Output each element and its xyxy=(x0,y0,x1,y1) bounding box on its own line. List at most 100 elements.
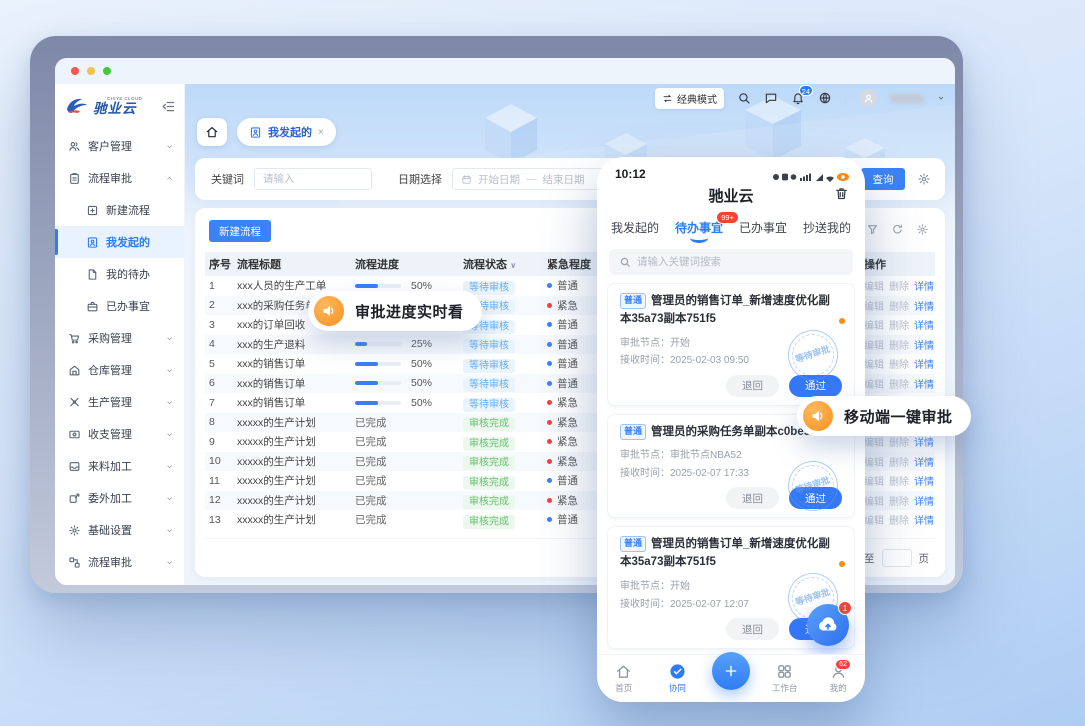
row-op-detail[interactable]: 详情 xyxy=(914,454,934,469)
sync-cloud-fab[interactable]: 1 xyxy=(807,604,849,646)
row-op-edit[interactable]: 编辑 xyxy=(864,473,884,488)
sidebar-item[interactable]: 来料加工 xyxy=(55,450,184,482)
row-op-edit[interactable]: 编辑 xyxy=(864,512,884,527)
sidebar-item[interactable]: 采购管理 xyxy=(55,322,184,354)
nav-home[interactable]: 首页 xyxy=(597,655,651,702)
tab-close-icon[interactable]: × xyxy=(318,127,324,138)
row-op-detail[interactable]: 详情 xyxy=(914,337,934,352)
row-op-edit[interactable]: 编辑 xyxy=(864,493,884,508)
row-op-detail[interactable]: 详情 xyxy=(914,356,934,371)
chevron-down-icon xyxy=(165,494,174,503)
nav-add[interactable] xyxy=(704,655,758,702)
sidebar-subitem[interactable]: 我的待办 xyxy=(55,258,184,290)
row-op-detail[interactable]: 详情 xyxy=(914,512,934,527)
maximize-window-dot[interactable] xyxy=(103,67,111,75)
row-op-delete[interactable]: 删除 xyxy=(889,434,909,449)
nav-user[interactable]: 我的 62 xyxy=(811,655,865,702)
reject-button[interactable]: 退回 xyxy=(726,487,779,509)
sidebar-item[interactable]: 委外加工 xyxy=(55,482,184,514)
phone-tab[interactable]: 待办事宜99+ xyxy=(675,219,723,236)
search-icon[interactable] xyxy=(737,91,751,105)
row-op-detail[interactable]: 详情 xyxy=(914,317,934,332)
trash-icon[interactable] xyxy=(834,186,849,201)
logo: CHIYE CLOUD 驰业云 xyxy=(55,84,184,128)
new-process-button[interactable]: 新建流程 xyxy=(209,220,271,242)
sidebar-subitem[interactable]: 我发起的 xyxy=(55,226,184,258)
sidebar-item[interactable]: 仓库管理 xyxy=(55,354,184,386)
row-op-delete[interactable]: 删除 xyxy=(889,493,909,508)
row-op-detail[interactable]: 详情 xyxy=(914,493,934,508)
row-op-edit[interactable]: 编辑 xyxy=(864,356,884,371)
avatar[interactable] xyxy=(859,89,877,107)
row-op-edit[interactable]: 编辑 xyxy=(864,337,884,352)
filter-settings-gear-icon[interactable] xyxy=(917,172,931,186)
chevron-down-icon[interactable] xyxy=(937,94,945,102)
row-op-delete[interactable]: 删除 xyxy=(889,337,909,352)
priority-tag: 普通 xyxy=(620,293,646,309)
row-op-delete[interactable]: 删除 xyxy=(889,278,909,293)
row-op-delete[interactable]: 删除 xyxy=(889,512,909,527)
phone-tab[interactable]: 已办事宜 xyxy=(739,219,787,236)
nav-grid4[interactable]: 工作台 xyxy=(758,655,812,702)
row-op-delete[interactable]: 删除 xyxy=(889,376,909,391)
col-status[interactable]: 流程状态∨ xyxy=(463,256,547,272)
approval-card[interactable]: 普通管理员的销售订单_新增速度优化副本35a73副本751f5 等待审批 审批节… xyxy=(607,283,855,406)
row-op-detail[interactable]: 详情 xyxy=(914,376,934,391)
row-op-delete[interactable]: 删除 xyxy=(889,356,909,371)
urgency-dot xyxy=(547,342,552,347)
reject-button[interactable]: 退回 xyxy=(726,375,779,397)
row-op-detail[interactable]: 详情 xyxy=(914,298,934,313)
row-op-detail[interactable]: 详情 xyxy=(914,473,934,488)
row-op-edit[interactable]: 编辑 xyxy=(864,434,884,449)
message-icon[interactable] xyxy=(764,91,778,105)
query-button[interactable]: 查询 xyxy=(861,168,905,190)
sidebar-item[interactable]: 生产管理 xyxy=(55,386,184,418)
row-op-edit[interactable]: 编辑 xyxy=(864,317,884,332)
phone-search-input[interactable] xyxy=(637,256,843,268)
jump-page-input[interactable] xyxy=(882,549,912,567)
keyword-input[interactable] xyxy=(254,168,372,190)
sidebar-item[interactable]: 流程审批 xyxy=(55,546,184,578)
page-label: 页 xyxy=(919,551,930,566)
filter-funnel-icon[interactable] xyxy=(866,223,879,236)
phone-tab[interactable]: 抄送我的 xyxy=(803,219,851,236)
status-badge: 审核完成 xyxy=(463,476,515,490)
row-op-edit[interactable]: 编辑 xyxy=(864,298,884,313)
sidebar-item[interactable]: 客户管理 xyxy=(55,130,184,162)
classic-mode-button[interactable]: 经典模式 xyxy=(655,88,724,109)
row-op-edit[interactable]: 编辑 xyxy=(864,376,884,391)
phone-search-bar[interactable] xyxy=(609,249,853,275)
row-op-edit[interactable]: 编辑 xyxy=(864,454,884,469)
phone-tab[interactable]: 我发起的 xyxy=(611,219,659,236)
row-op-delete[interactable]: 删除 xyxy=(889,473,909,488)
row-op-delete[interactable]: 删除 xyxy=(889,317,909,332)
nav-sync[interactable]: 协同 xyxy=(651,655,705,702)
sidebar-subitem[interactable]: 已办事宜 xyxy=(55,290,184,322)
clipboard-icon xyxy=(68,172,81,185)
close-window-dot[interactable] xyxy=(71,67,79,75)
row-op-detail[interactable]: 详情 xyxy=(914,278,934,293)
tab-my-initiated[interactable]: 我发起的 × xyxy=(237,118,336,146)
sidebar-item[interactable]: 基础设置 xyxy=(55,514,184,546)
table-settings-gear-icon[interactable] xyxy=(916,223,929,236)
table-tools xyxy=(866,223,929,236)
bell-icon[interactable]: 24 xyxy=(791,91,805,105)
row-op-detail[interactable]: 详情 xyxy=(914,434,934,449)
reject-button[interactable]: 退回 xyxy=(726,618,779,640)
refresh-icon[interactable] xyxy=(891,223,904,236)
status-badge: 审核完成 xyxy=(463,437,515,451)
globe-icon[interactable] xyxy=(818,91,832,105)
row-op-edit[interactable]: 编辑 xyxy=(864,278,884,293)
minimize-window-dot[interactable] xyxy=(87,67,95,75)
row-op-delete[interactable]: 删除 xyxy=(889,454,909,469)
row-op-delete[interactable]: 删除 xyxy=(889,298,909,313)
chevron-down-icon xyxy=(165,558,174,567)
date-range-picker[interactable]: 开始日期 — 结束日期 xyxy=(452,168,612,190)
urgency-dot xyxy=(547,459,552,464)
date-end-placeholder: 结束日期 xyxy=(543,172,585,187)
home-tab-button[interactable] xyxy=(197,118,227,146)
sidebar-subitem[interactable]: 新建流程 xyxy=(55,194,184,226)
sidebar-collapse-icon[interactable] xyxy=(161,99,176,114)
sidebar-item[interactable]: 收支管理 xyxy=(55,418,184,450)
sidebar-item[interactable]: 流程审批 xyxy=(55,162,184,194)
